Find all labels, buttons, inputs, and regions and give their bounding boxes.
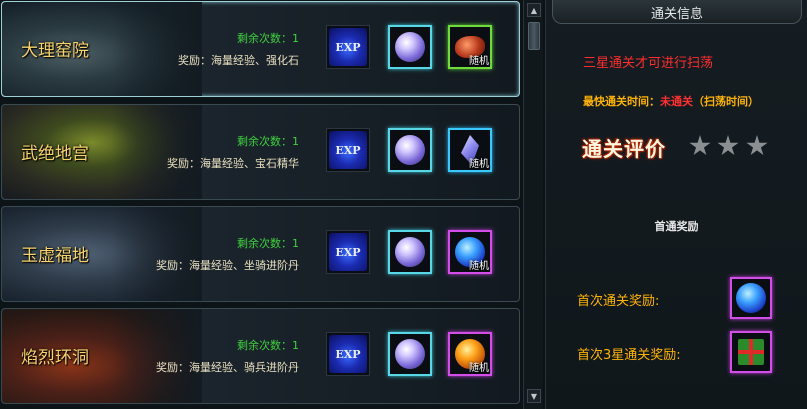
fastest-time-row: 最快通关时间：未通关（扫荡时间） — [583, 93, 759, 109]
gift-box-icon — [738, 339, 764, 365]
exp-reward-slot[interactable]: EXP — [326, 128, 370, 172]
dungeon-card-dali[interactable]: 大理窑院 剩余次数：1 奖励：海量经验、强化石 EXP 随机 — [1, 1, 520, 97]
orb-icon — [395, 237, 425, 267]
dungeon-title: 焰烈环洞 — [21, 348, 89, 368]
star-icon — [746, 135, 768, 156]
first-3star-reward-slot[interactable] — [730, 331, 772, 373]
random-reward-slot[interactable]: 随机 — [448, 332, 492, 376]
random-reward-slot[interactable]: 随机 — [448, 25, 492, 69]
reward-text: 奖励：海量经验、坐骑进阶丹 — [156, 259, 299, 272]
orb-reward-slot[interactable] — [388, 230, 432, 274]
sweep-requirement-text: 三星通关才可进行扫荡 — [583, 56, 714, 71]
scroll-thumb[interactable] — [528, 22, 540, 50]
exp-reward-slot[interactable]: EXP — [326, 230, 370, 274]
remaining-count: 剩余次数：1 — [237, 339, 299, 352]
orb-icon — [395, 135, 425, 165]
dungeon-title: 武绝地宫 — [21, 144, 89, 164]
random-label: 随机 — [469, 159, 489, 170]
fastest-time-label: 最快通关时间： — [583, 95, 660, 108]
scroll-down-arrow-icon[interactable]: ▼ — [527, 389, 541, 403]
orb-icon — [395, 32, 425, 62]
remaining-count: 剩余次数：1 — [237, 135, 299, 148]
star-icon — [717, 135, 739, 156]
exp-icon: EXP — [329, 335, 367, 373]
dungeon-card-yuxu[interactable]: 玉虚福地 剩余次数：1 奖励：海量经验、坐骑进阶丹 EXP 随机 — [1, 206, 520, 302]
remaining-count: 剩余次数：1 — [237, 237, 299, 250]
reward-text: 奖励：海量经验、骑兵进阶丹 — [156, 361, 299, 374]
random-reward-slot[interactable]: 随机 — [448, 230, 492, 274]
first-3star-reward-label: 首次3星通关奖励: — [577, 348, 681, 363]
clear-info-panel: 通关信息 三星通关才可进行扫荡 最快通关时间：未通关（扫荡时间） 通关评价 首通… — [545, 0, 807, 409]
dungeon-title: 大理窑院 — [21, 41, 89, 61]
exp-icon: EXP — [329, 28, 367, 66]
orb-reward-slot[interactable] — [388, 128, 432, 172]
first-clear-reward-label: 首次通关奖励: — [577, 294, 660, 309]
dungeon-list: 大理窑院 剩余次数：1 奖励：海量经验、强化石 EXP 随机 武绝地宫 剩余次数… — [0, 0, 522, 409]
star-icon — [689, 135, 711, 156]
orb-reward-slot[interactable] — [388, 332, 432, 376]
dungeon-title: 玉虚福地 — [21, 246, 89, 266]
random-reward-slot[interactable]: 随机 — [448, 128, 492, 172]
panel-header: 通关信息 — [552, 0, 802, 24]
dungeon-card-wujue[interactable]: 武绝地宫 剩余次数：1 奖励：海量经验、宝石精华 EXP 随机 — [1, 104, 520, 200]
exp-reward-slot[interactable]: EXP — [326, 25, 370, 69]
exp-icon: EXP — [329, 233, 367, 271]
first-clear-reward-slot[interactable] — [730, 277, 772, 319]
remaining-count: 剩余次数：1 — [237, 32, 299, 45]
random-label: 随机 — [469, 363, 489, 374]
sweep-time-note: （扫荡时间） — [693, 95, 759, 108]
scroll-up-arrow-icon[interactable]: ▲ — [527, 3, 541, 17]
fastest-time-value: 未通关 — [660, 95, 693, 108]
dungeon-card-yanlie[interactable]: 焰烈环洞 剩余次数：1 奖励：海量经验、骑兵进阶丹 EXP 随机 — [1, 308, 520, 404]
reward-text: 奖励：海量经验、宝石精华 — [167, 157, 299, 170]
orb-reward-slot[interactable] — [388, 25, 432, 69]
rating-label: 通关评价 — [582, 137, 666, 161]
exp-icon: EXP — [329, 131, 367, 169]
scrollbar[interactable]: ▲ ▼ — [523, 0, 543, 409]
random-label: 随机 — [469, 56, 489, 67]
exp-reward-slot[interactable]: EXP — [326, 332, 370, 376]
blue-sphere-icon — [736, 283, 766, 313]
reward-text: 奖励：海量经验、强化石 — [178, 54, 299, 67]
panel-title: 通关信息 — [650, 7, 703, 22]
random-label: 随机 — [469, 261, 489, 272]
orb-icon — [395, 339, 425, 369]
first-reward-heading: 首通奖励 — [654, 220, 699, 233]
